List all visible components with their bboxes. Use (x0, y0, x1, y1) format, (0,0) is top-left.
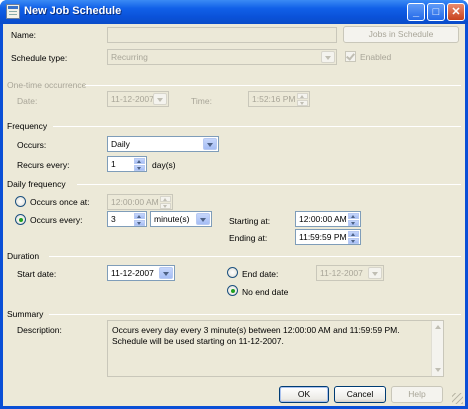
ok-button[interactable]: OK (279, 386, 329, 403)
occurs-once-time-value: 12:00:00 AM (111, 197, 159, 207)
start-date-label: Start date: (17, 269, 57, 279)
start-date-picker[interactable]: 11-12-2007 (107, 265, 175, 281)
summary-description-text: Occurs every day every 3 minute(s) betwe… (112, 325, 400, 346)
divider (85, 85, 461, 86)
chevron-down-icon (321, 51, 335, 63)
schedule-icon (6, 4, 20, 19)
one-time-time-value: 1:52:16 PM (252, 94, 296, 104)
occurs-every-spinner[interactable]: 3 (107, 211, 147, 227)
one-time-date-label: Date: (17, 96, 38, 106)
chevron-down-icon (368, 267, 382, 279)
start-date-value: 11-12-2007 (111, 268, 154, 278)
no-end-date-label: No end date (242, 287, 289, 297)
occurs-once-time-spinner[interactable]: 12:00:00 AM (107, 194, 173, 210)
starting-at-label: Starting at: (229, 216, 271, 226)
enabled-label: Enabled (360, 52, 392, 62)
recurs-every-value: 1 (111, 159, 116, 169)
occurs-every-value: 3 (111, 214, 116, 224)
help-button[interactable]: Help (391, 386, 443, 403)
job-schedule-window: New Job Schedule _ □ ✕ Name: Jobs in Sch… (0, 0, 468, 409)
occurs-value: Daily (111, 139, 130, 149)
minimize-button[interactable]: _ (407, 3, 425, 21)
resize-grip-icon[interactable] (452, 393, 463, 404)
schedule-type-label: Schedule type: (11, 53, 68, 63)
one-time-time-label: Time: (191, 96, 212, 106)
chevron-down-icon (196, 213, 210, 225)
occurs-once-radio[interactable] (15, 196, 26, 207)
maximize-button[interactable]: □ (427, 3, 445, 21)
schedule-type-select[interactable]: Recurring (107, 49, 337, 65)
spinner-arrows-icon (348, 213, 359, 226)
starting-at-spinner[interactable]: 12:00:00 AM (295, 211, 361, 227)
no-end-date-radio[interactable] (227, 285, 238, 296)
one-time-date-picker[interactable]: 11-12-2007 (107, 91, 169, 107)
occurs-every-radio[interactable] (15, 214, 26, 225)
spinner-arrows-icon (134, 158, 145, 171)
ending-at-label: Ending at: (229, 233, 268, 243)
name-label: Name: (11, 30, 37, 40)
scroll-down-icon[interactable] (433, 365, 443, 375)
window-title: New Job Schedule (24, 5, 122, 17)
summary-section-title: Summary (7, 309, 44, 319)
ending-at-spinner[interactable]: 11:59:59 PM (295, 229, 361, 245)
end-date-picker[interactable]: 11-12-2007 (316, 265, 384, 281)
spinner-arrows-icon (348, 231, 359, 244)
end-date-radio[interactable] (227, 267, 238, 278)
occurs-every-label: Occurs every: (30, 215, 83, 225)
end-date-value: 11-12-2007 (320, 268, 363, 278)
spinner-arrows-icon (134, 213, 145, 226)
chevron-down-icon (203, 138, 217, 150)
dialog-body: Name: Jobs in Schedule Schedule type: Re… (3, 24, 465, 406)
occurs-once-label: Occurs once at: (30, 197, 90, 207)
scroll-up-icon[interactable] (433, 322, 443, 332)
daily-frequency-section-title: Daily frequency (7, 179, 66, 189)
spinner-arrows-icon (160, 196, 171, 209)
end-date-label: End date: (242, 269, 279, 279)
one-time-section-title: One-time occurrence (7, 80, 87, 90)
interval-unit-value: minute(s) (154, 214, 190, 224)
enabled-checkbox[interactable] (345, 51, 356, 62)
frequency-section-title: Frequency (7, 121, 48, 131)
divider (49, 314, 461, 315)
interval-unit-select[interactable]: minute(s) (150, 211, 212, 227)
title-bar[interactable]: New Job Schedule _ □ ✕ (0, 0, 468, 24)
occurs-label: Occurs: (17, 140, 47, 150)
one-time-time-spinner[interactable]: 1:52:16 PM (248, 91, 310, 107)
duration-section-title: Duration (7, 251, 40, 261)
summary-description-box[interactable]: Occurs every day every 3 minute(s) betwe… (107, 320, 444, 377)
cancel-button[interactable]: Cancel (334, 386, 386, 403)
chevron-down-icon (159, 267, 173, 279)
description-label: Description: (17, 325, 62, 335)
close-button[interactable]: ✕ (447, 3, 465, 21)
recurs-unit-label: day(s) (152, 160, 176, 170)
chevron-down-icon (153, 93, 167, 105)
divider (53, 126, 461, 127)
name-field[interactable] (107, 27, 337, 43)
divider (49, 256, 461, 257)
schedule-type-value: Recurring (111, 52, 148, 62)
divider (77, 184, 461, 185)
occurs-select[interactable]: Daily (107, 136, 219, 152)
recurs-every-label: Recurs every: (17, 160, 70, 170)
starting-at-value: 12:00:00 AM (299, 214, 347, 224)
one-time-date-value: 11-12-2007 (111, 94, 154, 104)
jobs-in-schedule-button[interactable]: Jobs in Schedule (343, 26, 459, 43)
spinner-arrows-icon (297, 93, 308, 106)
summary-scrollbar[interactable] (431, 321, 443, 376)
recurs-every-spinner[interactable]: 1 (107, 156, 147, 172)
ending-at-value: 11:59:59 PM (299, 232, 347, 242)
